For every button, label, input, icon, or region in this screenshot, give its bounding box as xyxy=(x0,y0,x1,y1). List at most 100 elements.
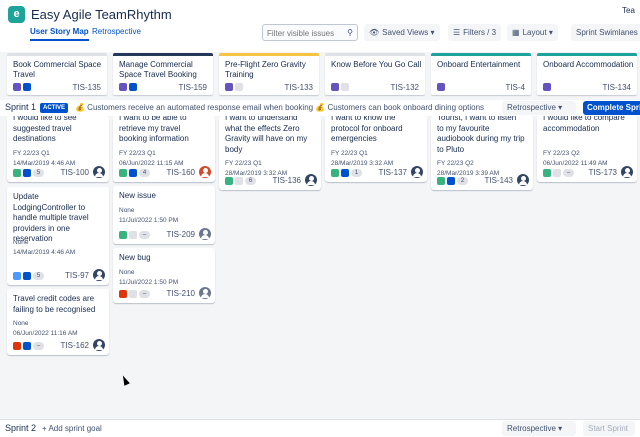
card-key[interactable]: TIS-160 xyxy=(167,168,195,177)
layout-button[interactable]: ▦ Layout ▾ xyxy=(507,24,558,41)
card-sprint: FY 22/23 Q2 xyxy=(543,149,580,157)
column-key[interactable]: TIS-134 xyxy=(603,83,631,92)
start-sprint-button[interactable]: Start Sprint xyxy=(583,421,635,436)
issue-card[interactable]: I want to be able to retrieve my travel … xyxy=(113,116,215,182)
assignee-avatar[interactable] xyxy=(93,166,105,178)
epic-icon xyxy=(13,83,21,91)
card-key[interactable]: TIS-173 xyxy=(589,168,617,177)
card-footer: 4 xyxy=(119,169,150,177)
card-date: 14/Mar/2019 4:46 AM xyxy=(13,159,76,167)
card-summary: I would like to see suggested travel des… xyxy=(13,116,77,143)
story-points-badge: – xyxy=(563,169,574,177)
complete-sprint-button[interactable]: Complete Sprint xyxy=(583,101,640,115)
issue-card[interactable]: I would like to see suggested travel des… xyxy=(7,116,109,182)
tab-retrospective[interactable]: Retrospective xyxy=(92,27,141,36)
sprint-1-goal[interactable]: 💰 Customers receive an automated respons… xyxy=(75,103,484,112)
column-header-6[interactable]: Onboard Accommodation TIS-134 xyxy=(537,53,637,95)
card-sprint: FY 22/23 Q1 xyxy=(331,149,368,157)
issue-card[interactable]: New bug None 11/Jul/2022 1:50 PM – TIS-210 xyxy=(113,248,215,303)
issue-card[interactable]: I want to know the protocol for onboard … xyxy=(325,116,427,182)
eye-icon: 👁 xyxy=(369,28,380,37)
top-right-label[interactable]: Tea xyxy=(622,6,635,15)
column-header-2[interactable]: Manage Commercial Space Travel Booking TI… xyxy=(113,53,213,95)
top-bar: e Easy Agile TeamRhythm Tea User Story M… xyxy=(0,0,640,52)
card-sprint: None xyxy=(119,206,135,214)
sprint-1-header: Sprint 1 ACTIVE 💰 Customers receive an a… xyxy=(0,100,640,116)
column-badges xyxy=(119,83,137,91)
column-key[interactable]: TIS-133 xyxy=(285,83,313,92)
assignee-avatar[interactable] xyxy=(93,339,105,351)
card-summary: Travel credit codes are failing to be re… xyxy=(13,294,96,314)
search-box[interactable]: ⚲ xyxy=(262,24,358,41)
assignee-avatar[interactable] xyxy=(517,174,529,186)
issue-card[interactable]: Travel credit codes are failing to be re… xyxy=(7,289,109,355)
sprint-swimlanes-button[interactable]: Sprint Swimlanes xyxy=(571,24,640,41)
assignee-avatar[interactable] xyxy=(411,166,423,178)
column-badges xyxy=(543,83,551,91)
column-color-bar xyxy=(7,53,107,56)
column-key[interactable]: TIS-132 xyxy=(391,83,419,92)
filters-button[interactable]: ☰ Filters / 3 xyxy=(448,24,502,41)
card-sprint: FY 22/23 Q1 xyxy=(13,149,50,157)
card-key[interactable]: TIS-137 xyxy=(379,168,407,177)
priority-icon xyxy=(23,169,31,177)
card-sprint: None xyxy=(13,239,29,246)
story-points-badge: 5 xyxy=(33,169,44,177)
column-header-4[interactable]: Know Before You Go Call TIS-132 xyxy=(325,53,425,95)
card-footer: 1 xyxy=(331,169,362,177)
issue-type-icon xyxy=(119,231,127,239)
priority-icon xyxy=(235,177,243,185)
card-date: 28/Mar/2019 3:32 AM xyxy=(331,159,394,167)
saved-views-button[interactable]: 👁 Saved Views ▾ xyxy=(364,24,440,41)
column-key[interactable]: TIS-135 xyxy=(73,83,101,92)
epic-icon xyxy=(225,83,233,91)
column-key[interactable]: TIS-4 xyxy=(505,83,525,92)
story-points-badge: 1 xyxy=(351,169,362,177)
issue-card[interactable]: I want to understand what the effects Ze… xyxy=(219,116,321,190)
sprint-2-name[interactable]: Sprint 2 xyxy=(5,423,36,433)
status-icon xyxy=(129,83,137,91)
assignee-avatar[interactable] xyxy=(621,166,633,178)
status-icon xyxy=(341,83,349,91)
card-key[interactable]: TIS-97 xyxy=(65,271,89,280)
card-date: 11/Jul/2022 1:50 PM xyxy=(119,278,179,286)
assignee-avatar[interactable] xyxy=(199,287,211,299)
column-color-bar xyxy=(219,53,319,56)
card-key[interactable]: TIS-100 xyxy=(61,168,89,177)
column-title: Manage Commercial Space Travel Booking xyxy=(119,60,197,79)
sprint-1-retrospective-button[interactable]: Retrospective ▾ xyxy=(502,101,576,115)
column-key[interactable]: TIS-159 xyxy=(179,83,207,92)
tab-user-story-map[interactable]: User Story Map xyxy=(30,27,89,41)
card-summary: Tourist, I want to listen to my favourit… xyxy=(437,116,525,154)
add-sprint-goal-link[interactable]: + Add sprint goal xyxy=(42,424,102,433)
card-key[interactable]: TIS-143 xyxy=(485,176,513,185)
issue-card[interactable]: Update LodgingController to handle multi… xyxy=(7,187,109,285)
assignee-avatar[interactable] xyxy=(305,174,317,186)
card-key[interactable]: TIS-210 xyxy=(167,289,195,298)
column-header-3[interactable]: Pre-Flight Zero Gravity Training TIS-133 xyxy=(219,53,319,95)
issue-card[interactable]: Tourist, I want to listen to my favourit… xyxy=(431,116,533,190)
column-color-bar xyxy=(325,53,425,56)
issue-card[interactable]: I would like to compare accommodation FY … xyxy=(537,116,637,182)
issue-card[interactable]: New issue None 11/Jul/2022 1:50 PM – TIS-209 xyxy=(113,186,215,244)
card-footer: 5 xyxy=(13,169,44,177)
card-key[interactable]: TIS-136 xyxy=(273,176,301,185)
assignee-avatar[interactable] xyxy=(93,269,105,281)
column-color-bar xyxy=(113,53,213,56)
issue-type-icon xyxy=(13,169,21,177)
card-key[interactable]: TIS-209 xyxy=(167,230,195,239)
card-date: 06/Jun/2022 11:16 AM xyxy=(13,330,78,337)
story-points-badge: 4 xyxy=(139,169,150,177)
assignee-avatar[interactable] xyxy=(199,228,211,240)
search-input[interactable] xyxy=(267,27,343,39)
column-header-5[interactable]: Onboard Entertainment TIS-4 xyxy=(431,53,531,95)
assignee-avatar[interactable] xyxy=(199,166,211,178)
card-sprint: FY 22/23 Q1 xyxy=(225,160,262,167)
card-summary: Update LodgingController to handle multi… xyxy=(13,192,89,243)
column-title: Onboard Accommodation xyxy=(543,60,634,69)
column-header-1[interactable]: Book Commercial Space Travel TIS-135 xyxy=(7,53,107,95)
card-date: 11/Jul/2022 1:50 PM xyxy=(119,216,179,224)
card-key[interactable]: TIS-162 xyxy=(61,341,89,350)
sprint-1-name[interactable]: Sprint 1 xyxy=(5,102,36,112)
sprint-2-retrospective-button[interactable]: Retrospective ▾ xyxy=(502,421,576,436)
